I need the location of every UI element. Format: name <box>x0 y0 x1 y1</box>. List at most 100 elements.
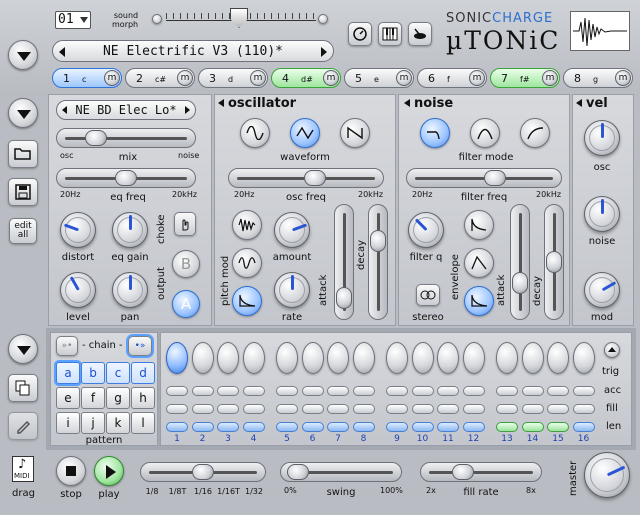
acc-step-8[interactable] <box>352 386 375 396</box>
rate-knob[interactable] <box>274 272 310 308</box>
sound-morph-left-button[interactable] <box>152 14 162 24</box>
pattern-d-button[interactable]: d <box>131 362 155 384</box>
choke-button[interactable] <box>174 212 196 236</box>
preset-menu-button[interactable] <box>8 40 38 70</box>
len-step-6[interactable] <box>301 422 324 432</box>
len-step-1[interactable] <box>166 422 188 432</box>
level-knob[interactable] <box>60 272 96 308</box>
len-step-16[interactable] <box>572 422 595 432</box>
fill-rate-slider[interactable] <box>420 462 542 482</box>
trig-step-8[interactable] <box>352 342 375 374</box>
vel-noise-knob[interactable] <box>584 196 620 232</box>
fill-step-2[interactable] <box>191 404 214 414</box>
trig-step-3[interactable] <box>217 342 239 374</box>
trig-step-9[interactable] <box>386 342 408 374</box>
len-step-11[interactable] <box>437 422 459 432</box>
trig-step-5[interactable] <box>276 342 298 374</box>
preset-prev-icon[interactable] <box>59 47 65 57</box>
acc-step-5[interactable] <box>276 386 298 396</box>
pattern-c-button[interactable]: c <box>106 362 130 384</box>
save-button[interactable] <box>8 178 38 206</box>
pitch-mod-decay-button[interactable] <box>232 210 262 240</box>
pattern-menu-button[interactable] <box>8 334 38 364</box>
pitch-mod-sine-button[interactable] <box>232 248 262 278</box>
swing-slider[interactable] <box>280 462 402 482</box>
filter-bandpass-button[interactable] <box>470 118 500 148</box>
channel-mute-button[interactable]: m <box>104 70 120 86</box>
trig-step-4[interactable] <box>242 342 265 374</box>
pattern-l-button[interactable]: l <box>131 412 155 434</box>
channel-mute-button[interactable]: m <box>615 70 631 86</box>
pattern-k-button[interactable]: k <box>106 412 130 434</box>
channel-2-button[interactable]: 2 c# m <box>125 68 195 88</box>
trig-step-11[interactable] <box>437 342 459 374</box>
envelope-mod-button[interactable] <box>464 286 494 316</box>
stop-button[interactable] <box>56 456 86 486</box>
play-button[interactable] <box>94 456 124 486</box>
chain-prev-button[interactable]: »• <box>56 336 78 356</box>
fill-step-5[interactable] <box>276 404 298 414</box>
pattern-e-button[interactable]: e <box>56 387 80 409</box>
acc-step-9[interactable] <box>386 386 408 396</box>
fill-step-11[interactable] <box>437 404 459 414</box>
channel-mute-button[interactable]: m <box>323 70 339 86</box>
acc-step-2[interactable] <box>191 386 214 396</box>
pattern-i-button[interactable]: i <box>56 412 80 434</box>
fill-step-13[interactable] <box>496 404 518 414</box>
amount-knob[interactable] <box>274 212 310 248</box>
envelope-exp-button[interactable] <box>464 210 494 240</box>
channel-mute-button[interactable]: m <box>469 70 485 86</box>
acc-step-6[interactable] <box>301 386 324 396</box>
pan-knob[interactable] <box>112 272 148 308</box>
len-step-4[interactable] <box>242 422 265 432</box>
fill-step-8[interactable] <box>352 404 375 414</box>
fill-step-7[interactable] <box>327 404 349 414</box>
osc-decay-slider[interactable] <box>368 204 388 320</box>
channel-8-button[interactable]: 8 g m <box>563 68 633 88</box>
len-step-9[interactable] <box>386 422 408 432</box>
pattern-select[interactable]: 01 <box>55 11 91 29</box>
step-rate-slider[interactable] <box>140 462 266 482</box>
osc-freq-slider[interactable] <box>228 168 384 188</box>
edit-all-button[interactable]: edit all <box>9 218 37 244</box>
copy-button[interactable] <box>8 374 38 402</box>
filter-freq-slider[interactable] <box>406 168 562 188</box>
len-step-12[interactable] <box>462 422 485 432</box>
output-b-button[interactable]: B <box>172 250 200 278</box>
preset-name-display[interactable]: NE Electrific V3 (110)* <box>52 40 334 62</box>
len-step-2[interactable] <box>191 422 214 432</box>
fill-step-14[interactable] <box>521 404 544 414</box>
sound-morph-right-button[interactable] <box>318 14 328 24</box>
fill-step-16[interactable] <box>572 404 595 414</box>
channel-3-button[interactable]: 3 d m <box>198 68 268 88</box>
pattern-j-button[interactable]: j <box>81 412 105 434</box>
stereo-button[interactable] <box>416 284 440 306</box>
trig-step-2[interactable] <box>191 342 214 374</box>
acc-step-14[interactable] <box>521 386 544 396</box>
pitch-mod-env-button[interactable] <box>232 286 262 316</box>
len-step-8[interactable] <box>352 422 375 432</box>
acc-step-15[interactable] <box>547 386 569 396</box>
filter-highpass-button[interactable] <box>520 118 550 148</box>
output-a-button[interactable]: A <box>172 290 200 318</box>
len-step-14[interactable] <box>521 422 544 432</box>
waveform-saw-button[interactable] <box>340 118 370 148</box>
osc-attack-slider[interactable] <box>334 204 354 320</box>
envelope-linear-button[interactable] <box>464 248 494 278</box>
len-step-5[interactable] <box>276 422 298 432</box>
len-step-10[interactable] <box>411 422 434 432</box>
pattern-f-button[interactable]: f <box>81 387 105 409</box>
eq-freq-slider[interactable] <box>56 168 196 188</box>
noise-attack-slider[interactable] <box>510 204 530 320</box>
trig-step-14[interactable] <box>521 342 544 374</box>
acc-step-3[interactable] <box>217 386 239 396</box>
filter-lowpass-button[interactable] <box>420 118 450 148</box>
acc-step-4[interactable] <box>242 386 265 396</box>
channel-4-button[interactable]: 4 d# m <box>271 68 341 88</box>
vel-osc-knob[interactable] <box>584 120 620 156</box>
trig-step-13[interactable] <box>496 342 518 374</box>
channel-1-button[interactable]: 1 c m <box>52 68 122 88</box>
waveform-triangle-button[interactable] <box>290 118 320 148</box>
master-knob[interactable] <box>584 452 630 498</box>
patch-prev-icon[interactable] <box>62 106 67 114</box>
